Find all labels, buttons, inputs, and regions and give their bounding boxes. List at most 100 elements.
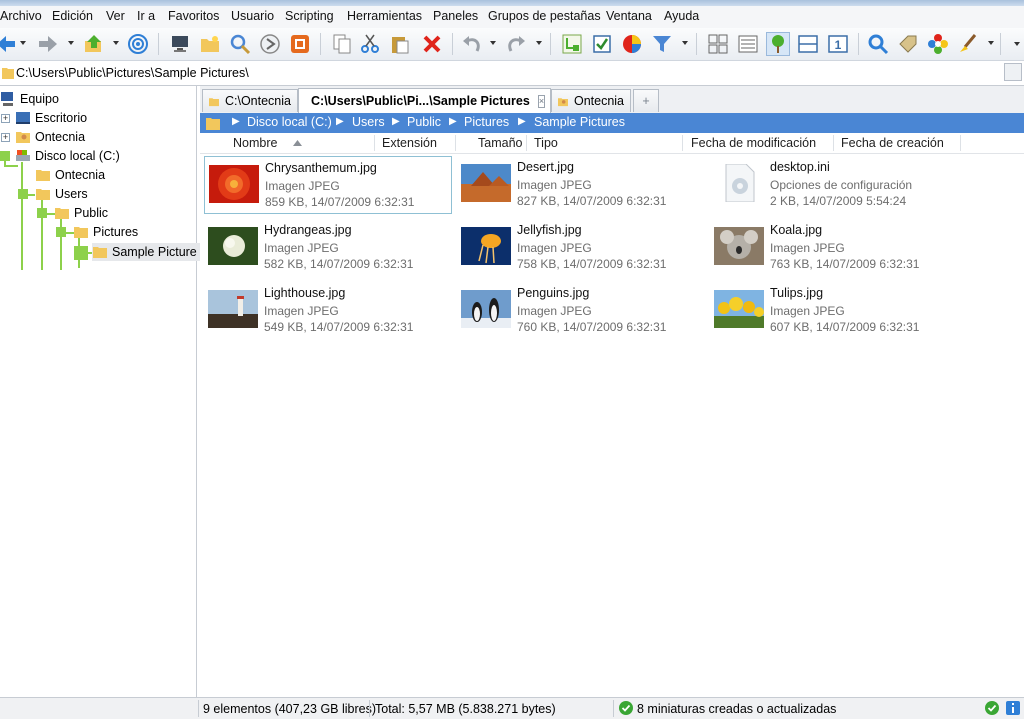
tree-item-ontecnia[interactable]: Ontecnia	[15, 128, 85, 146]
status-info-icon[interactable]	[1006, 701, 1020, 715]
breadcrumb-arrow-icon[interactable]: ▶	[232, 116, 240, 127]
address-text[interactable]: C:\Users\Public\Pictures\Sample Pictures…	[16, 66, 249, 80]
back-arrow-icon[interactable]	[0, 32, 18, 56]
magnifier-icon[interactable]	[866, 32, 890, 56]
tag-icon[interactable]	[896, 32, 920, 56]
breadcrumb-arrow-icon[interactable]: ▶	[336, 116, 344, 127]
column-divider[interactable]	[455, 135, 456, 151]
file-tile-desert[interactable]: Desert.jpg Imagen JPEG 827 KB, 14/07/200…	[457, 156, 705, 214]
rename-icon[interactable]	[288, 32, 312, 56]
column-extension[interactable]: Extensión	[382, 136, 437, 150]
tree-item-ontecnia-c[interactable]: Ontecnia	[35, 166, 105, 184]
menu-usuario[interactable]: Usuario	[231, 9, 274, 23]
file-tile-hydrangeas[interactable]: Hydrangeas.jpg Imagen JPEG 582 KB, 14/07…	[204, 219, 452, 277]
menu-archivo[interactable]: Archivo	[0, 9, 42, 23]
menu-grupos-pestanas[interactable]: Grupos de pestañas	[488, 9, 601, 23]
cut-icon[interactable]	[358, 32, 382, 56]
split-icon[interactable]	[796, 32, 820, 56]
menu-herramientas[interactable]: Herramientas	[347, 9, 422, 23]
tree-item-pictures[interactable]: Pictures	[73, 223, 138, 241]
menu-edicion[interactable]: Edición	[52, 9, 93, 23]
file-tile-chrysanthemum[interactable]: Chrysanthemum.jpg Imagen JPEG 859 KB, 14…	[204, 156, 452, 214]
paste-icon[interactable]	[388, 32, 412, 56]
new-tab-button[interactable]: +	[633, 89, 659, 112]
goto-icon[interactable]	[258, 32, 282, 56]
column-divider[interactable]	[960, 135, 961, 151]
tab-sample-pictures[interactable]: C:\Users\Public\Pi...\Sample Pictures ×	[298, 88, 551, 113]
file-tile-tulips[interactable]: Tulips.jpg Imagen JPEG 607 KB, 14/07/200…	[710, 282, 958, 340]
tree-item-sample-pictures[interactable]: Sample Picture	[92, 243, 201, 261]
column-divider[interactable]	[526, 135, 527, 151]
collapse-icon[interactable]	[56, 227, 66, 237]
redo-icon[interactable]	[504, 32, 528, 56]
menu-ir-a[interactable]: Ir a	[137, 9, 155, 23]
undo-dropdown-icon[interactable]	[490, 41, 496, 45]
status-ok-icon[interactable]	[985, 701, 999, 715]
up-folder-icon[interactable]	[82, 32, 106, 56]
details-icon[interactable]	[736, 32, 760, 56]
copy-icon[interactable]	[330, 32, 354, 56]
view-icon[interactable]	[706, 32, 730, 56]
search-icon[interactable]	[228, 32, 252, 56]
column-divider[interactable]	[682, 135, 683, 151]
file-tile-jellyfish[interactable]: Jellyfish.jpg Imagen JPEG 758 KB, 14/07/…	[457, 219, 705, 277]
close-tab-icon[interactable]: ×	[537, 94, 546, 108]
breadcrumb-arrow-icon[interactable]: ▶	[392, 116, 400, 127]
tab-ontecnia-c[interactable]: C:\Ontecnia	[202, 89, 298, 112]
menu-favoritos[interactable]: Favoritos	[168, 9, 219, 23]
breadcrumb-arrow-icon[interactable]: ▶	[449, 116, 457, 127]
brush-icon[interactable]	[956, 32, 980, 56]
tree-icon[interactable]	[560, 32, 584, 56]
menu-ventana[interactable]: Ventana	[606, 9, 652, 23]
menu-ver[interactable]: Ver	[106, 9, 125, 23]
tree-item-users[interactable]: Users	[35, 185, 88, 203]
menu-ayuda[interactable]: Ayuda	[664, 9, 699, 23]
column-tamano[interactable]: Tamaño	[478, 136, 522, 150]
undo-icon[interactable]	[460, 32, 484, 56]
delete-icon[interactable]	[420, 32, 444, 56]
breadcrumb-item[interactable]: Pictures	[464, 115, 509, 129]
computer-icon[interactable]	[168, 32, 192, 56]
flower-icon[interactable]	[926, 32, 950, 56]
collapse-icon[interactable]	[0, 151, 10, 161]
tree-item-disco-local[interactable]: Disco local (C:)	[15, 147, 120, 165]
forward-dropdown-icon[interactable]	[68, 41, 74, 45]
breadcrumb-arrow-icon[interactable]: ▶	[518, 116, 526, 127]
redo-dropdown-icon[interactable]	[536, 41, 542, 45]
filter-dropdown-icon[interactable]	[682, 41, 688, 45]
forward-arrow-icon[interactable]	[36, 32, 60, 56]
checkbox-icon[interactable]	[590, 32, 614, 56]
breadcrumb-item[interactable]: Sample Pictures	[534, 115, 625, 129]
back-dropdown-icon[interactable]	[20, 41, 26, 45]
green-tree-icon[interactable]	[766, 32, 790, 56]
address-bar[interactable]: C:\Users\Public\Pictures\Sample Pictures…	[0, 61, 1024, 86]
pie-icon[interactable]	[620, 32, 644, 56]
tree-item-public[interactable]: Public	[54, 204, 108, 222]
one-icon[interactable]: 1	[826, 32, 850, 56]
breadcrumb-item[interactable]: Public	[407, 115, 441, 129]
menu-paneles[interactable]: Paneles	[433, 9, 478, 23]
expand-icon[interactable]: +	[1, 114, 10, 123]
menu-scripting[interactable]: Scripting	[285, 9, 334, 23]
filter-icon[interactable]	[650, 32, 674, 56]
file-tile-lighthouse[interactable]: Lighthouse.jpg Imagen JPEG 549 KB, 14/07…	[204, 282, 452, 340]
new-folder-icon[interactable]	[198, 32, 222, 56]
tree-item-equipo[interactable]: Equipo	[0, 90, 59, 108]
toolbar-overflow-icon[interactable]	[1014, 42, 1020, 46]
column-nombre[interactable]: Nombre	[233, 136, 277, 150]
target-icon[interactable]	[126, 32, 150, 56]
column-fecha-creacion[interactable]: Fecha de creación	[841, 136, 944, 150]
column-divider[interactable]	[374, 135, 375, 151]
file-tile-desktop-ini[interactable]: desktop.ini Opciones de configuración 2 …	[710, 156, 958, 214]
column-fecha-modificacion[interactable]: Fecha de modificación	[691, 136, 816, 150]
breadcrumb-item[interactable]: Users	[352, 115, 385, 129]
folder-icon[interactable]	[206, 116, 220, 130]
expand-icon[interactable]: +	[1, 133, 10, 142]
up-dropdown-icon[interactable]	[113, 41, 119, 45]
tree-item-escritorio[interactable]: Escritorio	[15, 109, 87, 127]
file-tile-koala[interactable]: Koala.jpg Imagen JPEG 763 KB, 14/07/2009…	[710, 219, 958, 277]
file-tile-penguins[interactable]: Penguins.jpg Imagen JPEG 760 KB, 14/07/2…	[457, 282, 705, 340]
collapse-icon[interactable]	[37, 208, 47, 218]
column-divider[interactable]	[833, 135, 834, 151]
breadcrumb-item[interactable]: Disco local (C:)	[247, 115, 332, 129]
